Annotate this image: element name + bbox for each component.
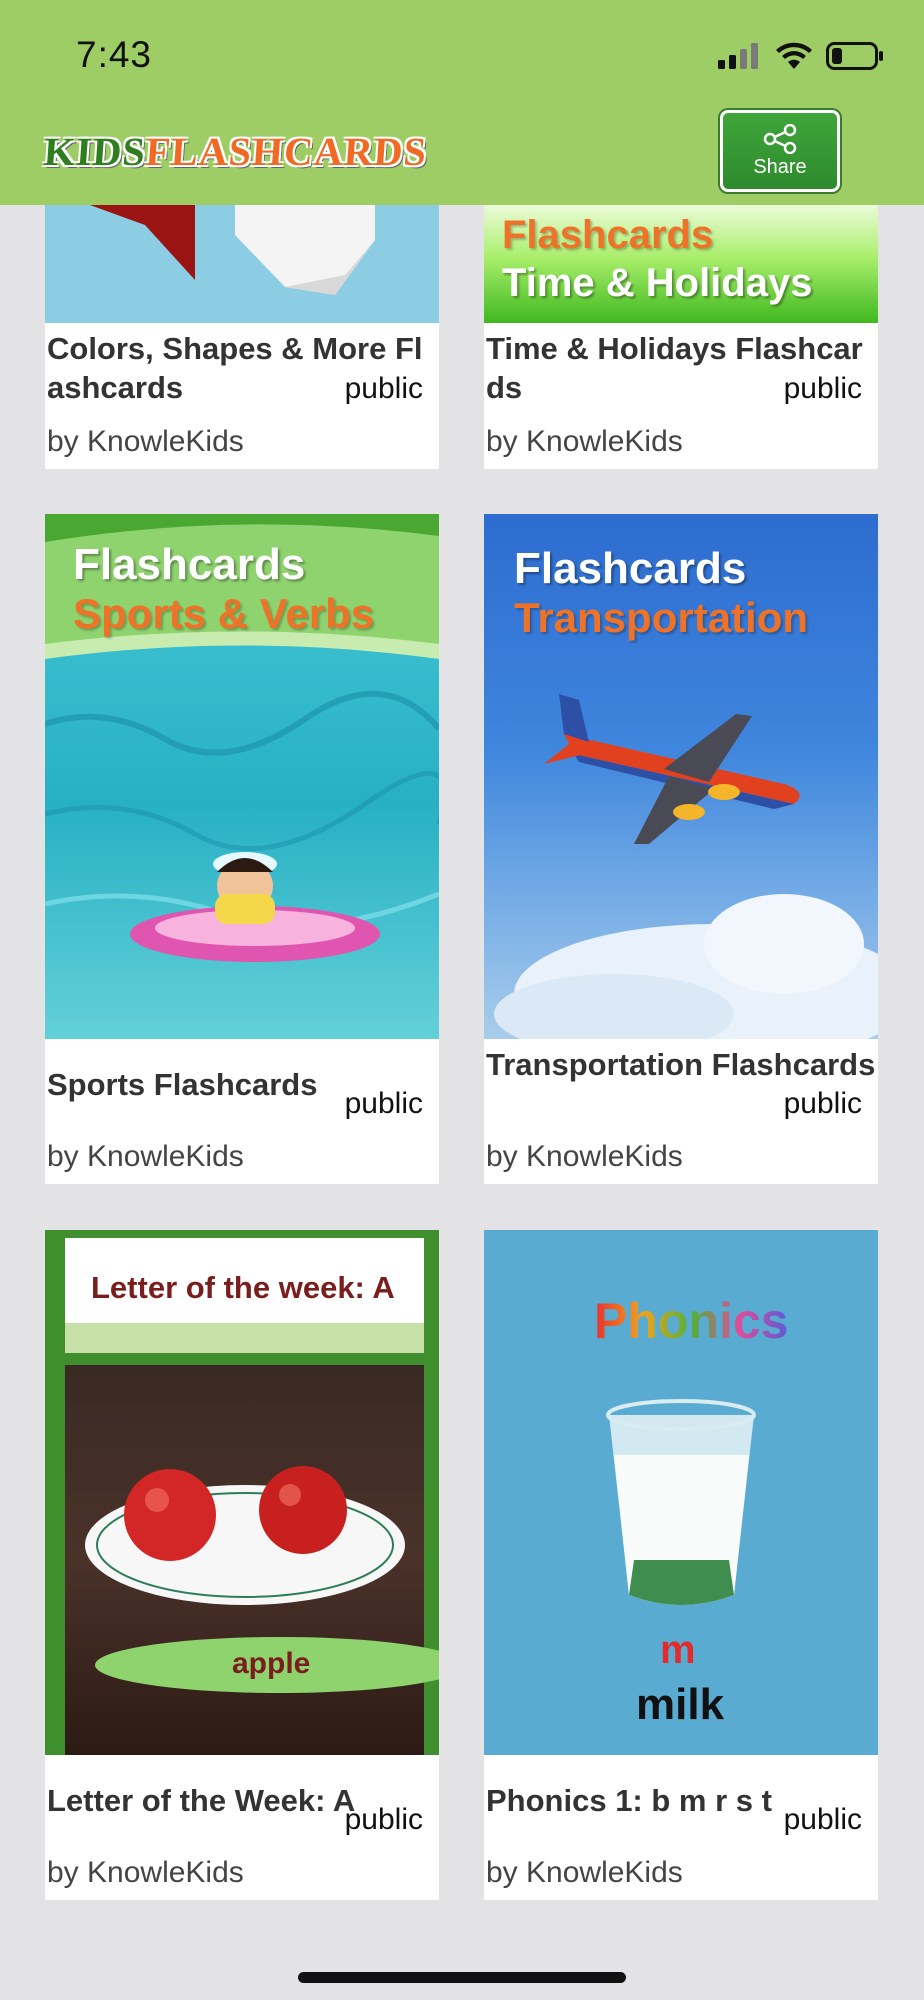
cover-title-line-2: apple <box>232 1647 311 1680</box>
cellular-signal-icon <box>718 43 758 69</box>
cover-word: milk <box>636 1680 725 1729</box>
deck-title: Transportation Flashcards <box>486 1047 876 1082</box>
visibility-label: public <box>783 1803 862 1836</box>
deck-author: by KnowleKids <box>486 425 683 458</box>
visibility-label: public <box>344 372 423 405</box>
share-icon <box>763 123 797 154</box>
deck-author: by KnowleKids <box>486 1856 683 1889</box>
cover-title-line-2: Time & Holidays <box>502 261 813 305</box>
cover-title-line-2: Transportation <box>514 594 809 641</box>
cover-letter: m <box>660 1628 696 1672</box>
deck-card-time-holidays[interactable]: Flashcards Time & Holidays Time & Holida… <box>484 205 878 469</box>
deck-author: by KnowleKids <box>47 1856 244 1889</box>
deck-cover-image: Flashcards Sports & Verbs <box>45 514 439 1039</box>
phonics-title: Phonics <box>594 1293 789 1349</box>
deck-cover-image <box>45 205 439 323</box>
deck-cover-image: Flashcards Transportation <box>484 514 878 1039</box>
cover-title-line-1: Flashcards <box>502 213 714 257</box>
deck-cover-image: Letter of the week: A apple <box>45 1230 439 1755</box>
app-header: 7:43 KIDSFLASHCARDS Share <box>0 0 924 205</box>
battery-icon <box>826 42 883 70</box>
deck-cover-image: Flashcards Time & Holidays <box>484 205 878 323</box>
share-button[interactable]: Share <box>720 110 840 192</box>
deck-card-colors-shapes[interactable]: Colors, Shapes & More Flashcards public … <box>45 205 439 469</box>
cover-title-line-1: Flashcards <box>514 544 747 593</box>
status-icons <box>718 38 884 74</box>
visibility-label: public <box>783 1087 862 1120</box>
cover-title-line-2: Sports & Verbs <box>73 590 375 637</box>
cover-title-line-1: Phonics <box>594 1292 788 1350</box>
cover-title-line-1: Flashcards <box>73 540 306 589</box>
deck-cover-image: Phonics m milk <box>484 1230 878 1755</box>
deck-card-transportation[interactable]: Flashcards Transportation Transportation… <box>484 514 878 1184</box>
kidsflashcards-logo: KIDSFLASHCARDS <box>42 128 428 175</box>
visibility-label: public <box>783 372 862 405</box>
deck-card-sports[interactable]: Flashcards Sports & Verbs Sports Flashca… <box>45 514 439 1184</box>
logo-text-kids: KIDS <box>42 129 148 174</box>
deck-card-phonics-1[interactable]: Phonics m milk Phonics 1: b m r s t publ… <box>484 1230 878 1900</box>
logo-text-flashcards: FLASHCARDS <box>144 129 429 174</box>
deck-author: by KnowleKids <box>47 1140 244 1173</box>
share-label: Share <box>753 155 807 178</box>
deck-author: by KnowleKids <box>486 1140 683 1173</box>
deck-author: by KnowleKids <box>47 425 244 458</box>
status-time: 7:43 <box>76 34 153 75</box>
wifi-icon <box>776 42 812 69</box>
visibility-label: public <box>344 1087 423 1120</box>
visibility-label: public <box>344 1803 423 1836</box>
home-indicator[interactable] <box>298 1972 626 1983</box>
cover-title-line-1: Letter of the week: A <box>91 1270 395 1305</box>
deck-card-letter-of-week[interactable]: Letter of the week: A apple Letter of th… <box>45 1230 439 1900</box>
